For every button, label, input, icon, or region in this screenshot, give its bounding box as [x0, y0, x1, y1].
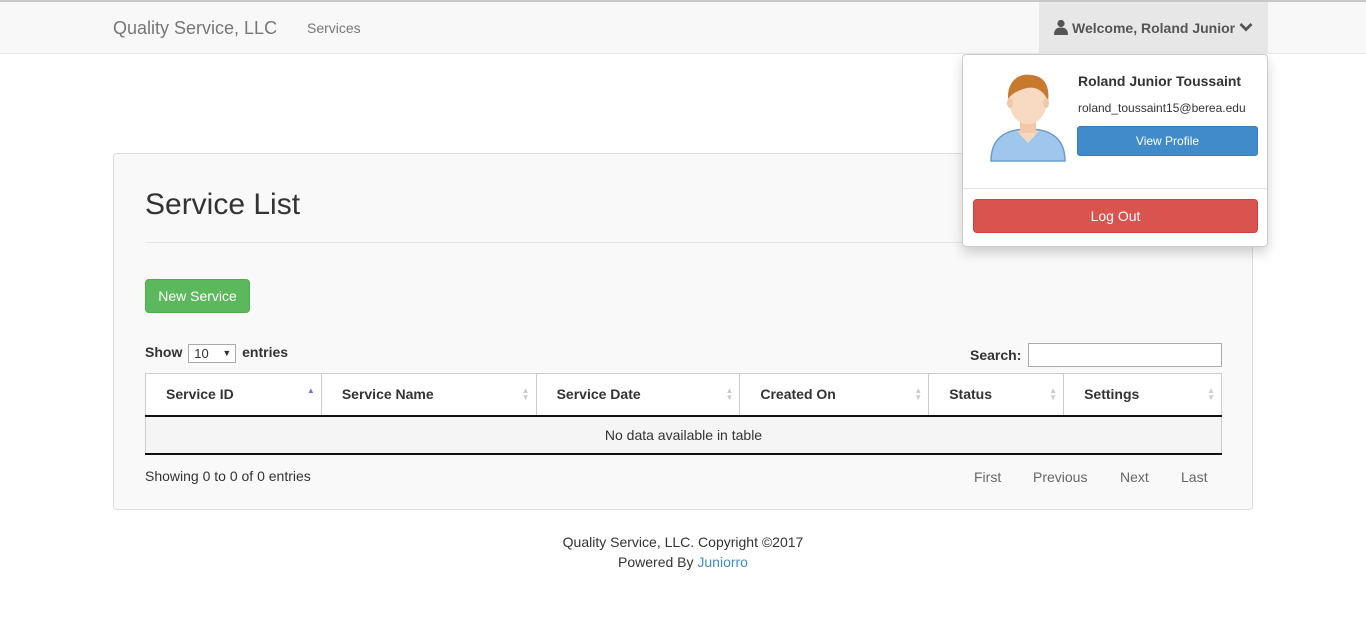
- user-dropdown-menu: Roland Junior Toussaint roland_toussaint…: [962, 54, 1268, 247]
- entries-label: entries: [242, 344, 289, 361]
- pager-first[interactable]: First: [974, 469, 1001, 485]
- welcome-label: Welcome, Roland Junior: [1072, 20, 1236, 36]
- copyright-text: Quality Service, LLC. Copyright ©2017: [562, 534, 804, 550]
- col-settings[interactable]: Settings ▲ ▼: [1063, 373, 1222, 417]
- entries-select[interactable]: 10 ▼: [188, 344, 237, 363]
- col-service-date[interactable]: Service Date ▲ ▼: [535, 373, 740, 417]
- col-created-on[interactable]: Created On ▲ ▼: [739, 373, 929, 417]
- avatar-icon: [987, 71, 1069, 170]
- select-caret-icon: ▼: [222, 348, 232, 358]
- pager-previous[interactable]: Previous: [1033, 469, 1087, 485]
- powered-by-label: Powered By: [618, 554, 694, 570]
- col-created-on-label: Created On: [760, 386, 836, 403]
- sort-asc-icon: ▲: [306, 386, 315, 395]
- dropdown-user-email: roland_toussaint15@berea.edu: [1078, 101, 1246, 115]
- brand-link[interactable]: Quality Service, LLC: [113, 18, 277, 39]
- sort-both-icon: ▲ ▼: [914, 386, 923, 402]
- show-label: Show: [145, 344, 183, 361]
- col-service-id-label: Service ID: [166, 386, 234, 403]
- powered-by-line: Powered By Juniorro: [0, 552, 1366, 572]
- dropdown-user-name: Roland Junior Toussaint: [1078, 73, 1242, 89]
- col-status-label: Status: [949, 386, 992, 403]
- user-icon: [1054, 19, 1068, 38]
- sort-both-icon: ▲ ▼: [1049, 386, 1058, 402]
- sort-both-icon: ▲ ▼: [521, 386, 530, 402]
- entries-length-control: Show 10 ▼ entries: [145, 344, 288, 363]
- table-info: Showing 0 to 0 of 0 entries: [145, 468, 311, 484]
- services-table: Service ID ▲ Service Name ▲ ▼ Service Date ▲…: [145, 373, 1222, 455]
- log-out-button[interactable]: Log Out: [973, 199, 1258, 233]
- chevron-down-icon: [1239, 20, 1253, 36]
- view-profile-button[interactable]: View Profile: [1077, 126, 1258, 156]
- col-service-date-label: Service Date: [556, 386, 641, 403]
- dropdown-divider: [963, 188, 1267, 189]
- table-row: No data available in table: [145, 415, 1222, 455]
- sort-both-icon: ▲ ▼: [1207, 386, 1215, 402]
- col-settings-label: Settings: [1084, 386, 1140, 403]
- col-service-id[interactable]: Service ID ▲: [145, 373, 322, 417]
- entries-select-value: 10: [194, 346, 209, 361]
- col-status[interactable]: Status ▲ ▼: [928, 373, 1064, 417]
- powered-by-link[interactable]: Juniorro: [697, 554, 748, 570]
- pager-next[interactable]: Next: [1120, 469, 1149, 485]
- sort-both-icon: ▲ ▼: [725, 386, 734, 402]
- empty-table-message: No data available in table: [145, 415, 1222, 455]
- search-input[interactable]: [1028, 343, 1222, 367]
- page-footer: Quality Service, LLC. Copyright ©2017 Po…: [0, 532, 1366, 572]
- page-title: Service List: [145, 188, 301, 221]
- search-label: Search:: [970, 347, 1022, 363]
- user-menu-toggle[interactable]: Welcome, Roland Junior: [1039, 2, 1268, 53]
- pager-last[interactable]: Last: [1181, 469, 1207, 485]
- col-service-name-label: Service Name: [341, 386, 434, 403]
- top-navbar: Quality Service, LLC Services Welcome, R…: [0, 0, 1366, 54]
- col-service-name[interactable]: Service Name ▲ ▼: [320, 373, 537, 417]
- new-service-button[interactable]: New Service: [145, 279, 250, 313]
- nav-services-link[interactable]: Services: [307, 20, 361, 36]
